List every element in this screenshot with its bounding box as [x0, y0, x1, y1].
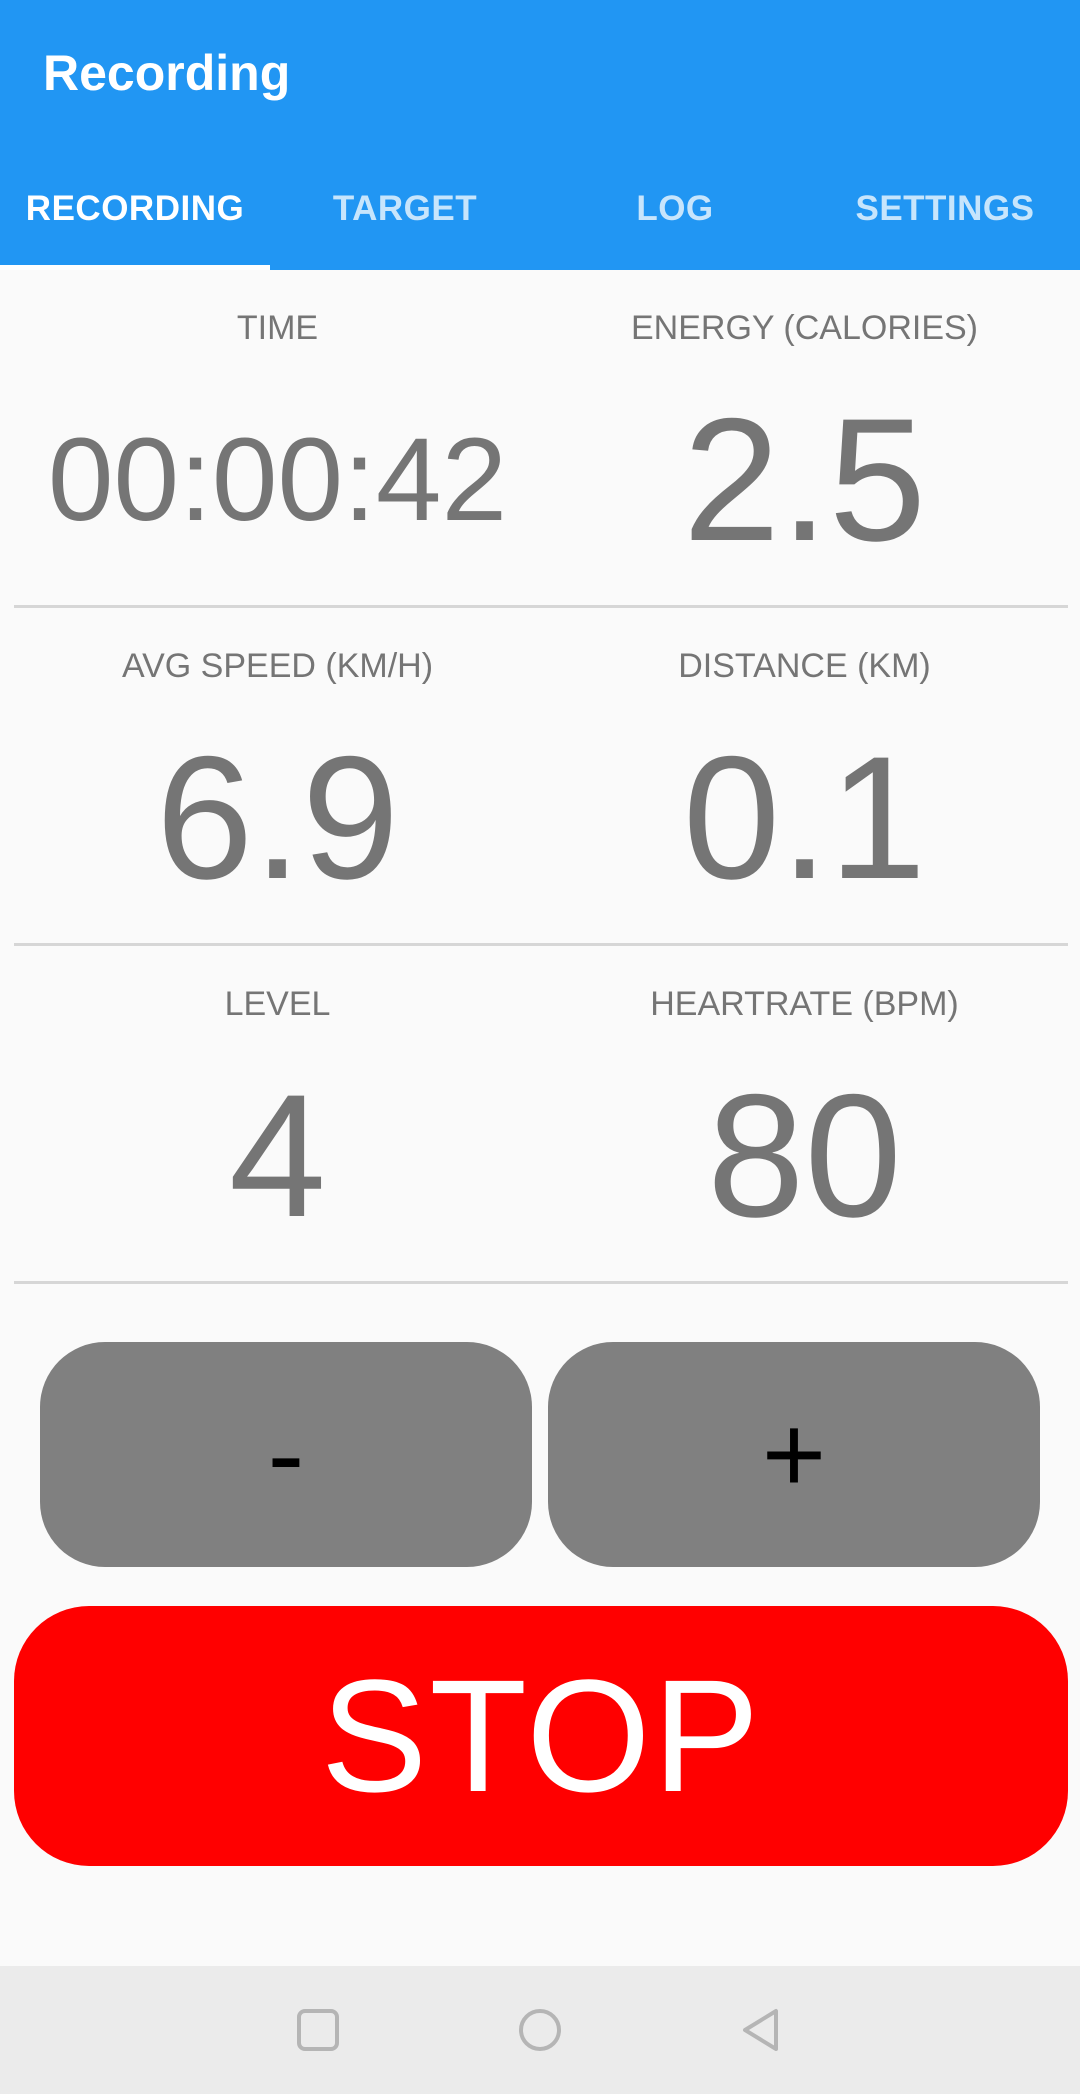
- avg-speed-label: AVG SPEED (KM/H): [121, 647, 434, 685]
- metrics-row-1: TIME 00:00:42 ENERGY (CALORIES) 2.5: [14, 270, 1068, 608]
- app-bar: Recording RECORDING TARGET LOG SETTINGS: [0, 0, 1080, 270]
- level-metric: LEVEL 4: [14, 946, 541, 1281]
- system-nav-bar: [0, 1966, 1080, 2094]
- back-triangle-icon[interactable]: [736, 2004, 788, 2056]
- home-circle-icon[interactable]: [514, 2004, 566, 2056]
- tab-bar: RECORDING TARGET LOG SETTINGS: [0, 165, 1080, 270]
- energy-label: ENERGY (CALORIES): [630, 309, 978, 347]
- distance-metric: DISTANCE (KM) 0.1: [541, 608, 1068, 943]
- heartrate-label: HEARTRATE (BPM): [650, 985, 959, 1023]
- decrease-level-button[interactable]: -: [40, 1342, 532, 1567]
- app-title: Recording: [43, 45, 291, 101]
- time-value: 00:00:42: [47, 414, 508, 546]
- heartrate-metric: HEARTRATE (BPM) 80: [541, 946, 1068, 1281]
- stop-button[interactable]: STOP: [14, 1606, 1068, 1866]
- tab-target[interactable]: TARGET: [270, 165, 540, 270]
- energy-value: 2.5: [682, 382, 927, 578]
- increase-level-button[interactable]: +: [548, 1342, 1040, 1567]
- metrics-row-2: AVG SPEED (KM/H) 6.9 DISTANCE (KM) 0.1: [14, 608, 1068, 946]
- tab-settings[interactable]: SETTINGS: [810, 165, 1080, 270]
- metrics-panel: TIME 00:00:42 ENERGY (CALORIES) 2.5 AVG …: [14, 270, 1068, 1284]
- tab-log[interactable]: LOG: [540, 165, 810, 270]
- level-value: 4: [228, 1058, 327, 1254]
- avg-speed-metric: AVG SPEED (KM/H) 6.9: [14, 608, 541, 943]
- avg-speed-value: 6.9: [155, 720, 400, 916]
- time-metric: TIME 00:00:42: [14, 270, 541, 605]
- level-controls: - +: [40, 1342, 1040, 1567]
- level-label: LEVEL: [224, 985, 331, 1023]
- heartrate-value: 80: [707, 1058, 902, 1254]
- energy-metric: ENERGY (CALORIES) 2.5: [541, 270, 1068, 605]
- tab-recording[interactable]: RECORDING: [0, 165, 270, 270]
- distance-label: DISTANCE (KM): [678, 647, 931, 685]
- recents-square-icon[interactable]: [292, 2004, 344, 2056]
- time-label: TIME: [236, 309, 319, 347]
- metrics-row-3: LEVEL 4 HEARTRATE (BPM) 80: [14, 946, 1068, 1284]
- distance-value: 0.1: [682, 720, 927, 916]
